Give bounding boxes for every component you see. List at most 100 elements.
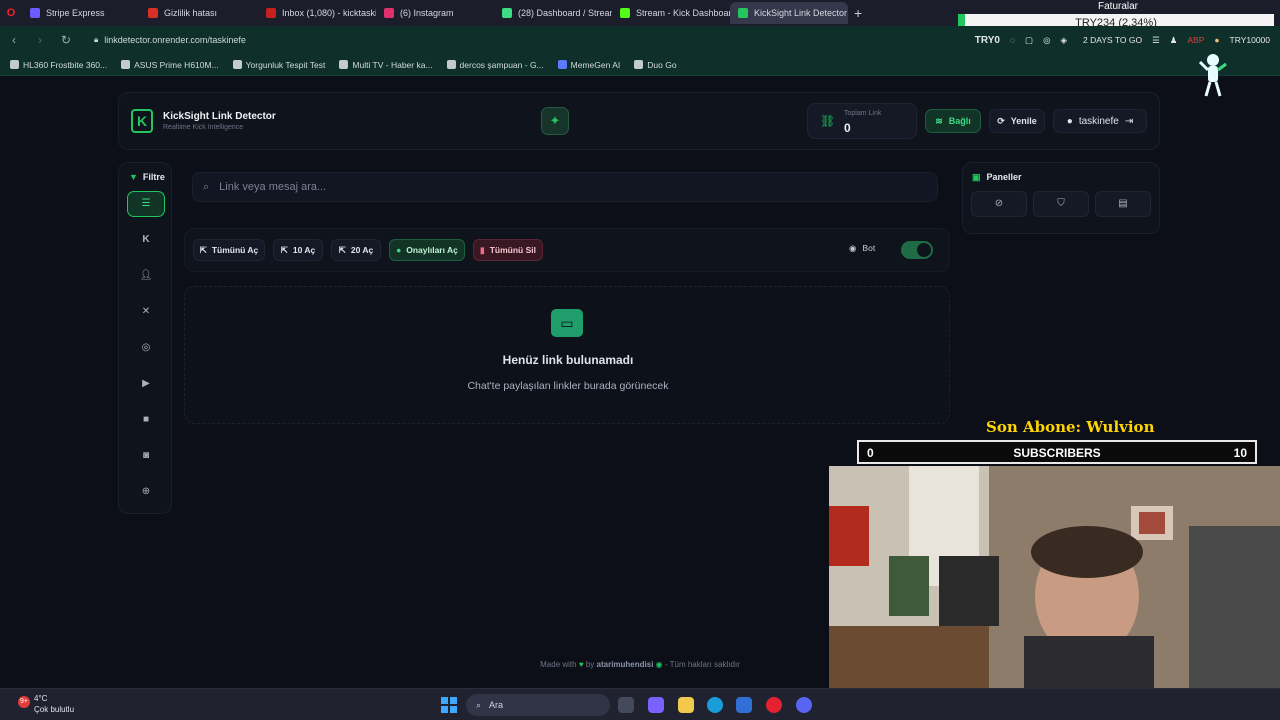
status-indicator-icon[interactable]: ✦: [541, 107, 569, 135]
menu-icon[interactable]: ☰: [1152, 35, 1160, 46]
search-icon: ⌕: [203, 180, 210, 193]
inbox-icon: ▭: [551, 309, 583, 337]
warning-icon: [148, 8, 158, 18]
kicksight-icon: [738, 8, 748, 18]
ext-days[interactable]: 2 DAYS TO GO: [1083, 35, 1142, 45]
open-20-button[interactable]: ⇱ 20 Aç: [331, 239, 381, 261]
ext-icon[interactable]: ●: [1214, 35, 1219, 45]
extensions-area: TRY0 ◌ ▢ ◎ ◈ 2 DAYS TO GO ☰ ♟ ABP ● TRY1…: [975, 30, 1280, 50]
tab-streamlabs[interactable]: (28) Dashboard / Streamla: [494, 2, 612, 24]
ext-icon[interactable]: ◌: [1010, 35, 1015, 45]
weather-desc: Çok bulutlu: [34, 705, 75, 714]
total-links-stat: ⛓ Toplam Link 0: [807, 103, 917, 139]
reload-icon[interactable]: ↻: [60, 33, 72, 47]
ext-icon[interactable]: ◎: [1043, 35, 1050, 46]
back-icon[interactable]: ‹: [8, 33, 20, 47]
open-all-button[interactable]: ⇱ Tümünü Aç: [193, 239, 265, 261]
bookmark-item[interactable]: ASUS Prime H610M...: [121, 60, 219, 70]
forward-icon[interactable]: ›: [34, 33, 46, 47]
panel-archive-button[interactable]: ▤: [1095, 191, 1151, 217]
weather-temp: 4°C: [34, 694, 48, 703]
panel-ban-button[interactable]: ⊘: [971, 191, 1027, 217]
tab-kicksight[interactable]: KickSight Link Detector: [730, 2, 848, 24]
gmail-icon: [266, 8, 276, 18]
windows-start-icon[interactable]: [441, 697, 457, 713]
search-box: ⌕: [192, 172, 938, 202]
sub-goal-max: 10: [1233, 446, 1247, 460]
logout-icon[interactable]: ⇥: [1125, 116, 1133, 127]
filter-all-button[interactable]: ☰: [127, 191, 165, 217]
wifi-icon: ≋: [935, 115, 943, 126]
check-circle-icon: ●: [396, 245, 402, 255]
bookmark-item[interactable]: Yorgunluk Tespit Test: [232, 60, 325, 70]
tab-kick-dashboard[interactable]: Stream - Kick Dashboard: [612, 2, 730, 24]
bookmark-icon: [339, 60, 349, 69]
funnel-icon: ▼: [129, 172, 138, 182]
filter-sidebar: ▼ Filtre ☰ K 👤︎ ✕ ◎ ▶ ■ ◙ ⊕: [118, 162, 172, 514]
refresh-button[interactable]: ⟳ Yenile: [989, 109, 1045, 133]
delete-all-button[interactable]: ▮ Tümünü Sil: [473, 239, 543, 261]
footer-author[interactable]: atarimuhendisi: [597, 660, 654, 669]
connected-button[interactable]: ≋ Bağlı: [925, 109, 981, 133]
weather-widget[interactable]: 9+ 4°C Çok bulutlu: [18, 693, 74, 715]
discord-icon[interactable]: [796, 697, 812, 713]
bookmark-icon: [634, 60, 644, 69]
bookmark-item[interactable]: MemeGen AI: [557, 60, 620, 70]
robot-icon: ◉: [655, 660, 663, 669]
bookmark-item[interactable]: dercos şampuan - G...: [446, 60, 544, 70]
bookmarks-bar: HL360 Frostbite 360... ASUS Prime H610M.…: [0, 54, 1280, 76]
panel-icon: ▣: [972, 172, 981, 182]
opera-logo-icon[interactable]: O: [0, 7, 22, 19]
video-camera-icon: ■: [142, 414, 150, 425]
user-menu[interactable]: ● taskinefe ⇥: [1053, 109, 1147, 133]
filter-instagram-button[interactable]: ◎: [127, 335, 165, 361]
tab-privacy-error[interactable]: Gizlilik hatası: [140, 2, 258, 24]
task-view-icon[interactable]: [618, 697, 634, 713]
filter-title: ▼ Filtre: [129, 172, 165, 182]
tab-instagram[interactable]: (6) Instagram: [376, 2, 494, 24]
ext-try0[interactable]: TRY0: [975, 35, 1000, 46]
x-twitter-icon: ✕: [141, 306, 151, 317]
filter-camera-button[interactable]: ◙: [127, 443, 165, 469]
app-header: K KickSight Link Detector Realtime Kick …: [118, 92, 1160, 150]
open-10-button[interactable]: ⇱ 10 Aç: [273, 239, 323, 261]
filter-x-button[interactable]: ✕: [127, 299, 165, 325]
brand-subtitle: Realtime Kick Intelligence: [163, 124, 244, 131]
taskbar-search[interactable]: ⌕ Ara: [466, 694, 610, 716]
filter-web-button[interactable]: ⊕: [127, 479, 165, 505]
ext-icon[interactable]: ABP: [1187, 35, 1204, 45]
tab-gmail[interactable]: Inbox (1,080) - kicktaskine: [258, 2, 376, 24]
ext-icon[interactable]: ◈: [1061, 35, 1068, 46]
open-approved-button[interactable]: ● Onaylıları Aç: [389, 239, 465, 261]
new-tab-button[interactable]: +: [854, 5, 862, 21]
filter-video-button[interactable]: ■: [127, 407, 165, 433]
external-link-icon: ⇱: [199, 244, 207, 255]
ext-icon[interactable]: ♟: [1170, 35, 1178, 46]
external-link-icon: ⇱: [280, 244, 288, 255]
refresh-icon: ⟳: [997, 115, 1005, 126]
ext-try10000[interactable]: TRY10000: [1230, 35, 1270, 45]
filter-youtube-button[interactable]: ▶: [127, 371, 165, 397]
opera-icon[interactable]: [766, 697, 782, 713]
bookmark-icon: [557, 60, 567, 69]
trash-icon: ▮: [480, 244, 485, 255]
robot-icon: ◉: [849, 243, 857, 253]
bot-toggle[interactable]: [901, 241, 933, 259]
total-links-value: 0: [844, 121, 851, 135]
panel-shield-button[interactable]: ⛉: [1033, 191, 1089, 217]
bookmark-icon: [10, 60, 19, 69]
bookmark-item[interactable]: Duo Go: [634, 60, 677, 70]
bookmark-item[interactable]: HL360 Frostbite 360...: [10, 60, 107, 70]
search-input[interactable]: [219, 181, 880, 193]
url-field[interactable]: 🔒︎ linkdetector.onrender.com/taskinefe: [94, 35, 246, 45]
edge-icon[interactable]: [707, 697, 723, 713]
store-icon[interactable]: [736, 697, 752, 713]
filter-users-button[interactable]: 👤︎: [127, 263, 165, 289]
filter-kick-button[interactable]: K: [127, 227, 165, 253]
bookmark-item[interactable]: Multi TV - Haber ka...: [339, 60, 433, 70]
file-explorer-icon[interactable]: [678, 697, 694, 713]
user-check-icon: 👤︎: [139, 270, 153, 281]
tab-stripe-express[interactable]: Stripe Express: [22, 2, 140, 24]
ext-icon[interactable]: ▢: [1025, 35, 1033, 46]
copilot-icon[interactable]: [648, 697, 664, 713]
